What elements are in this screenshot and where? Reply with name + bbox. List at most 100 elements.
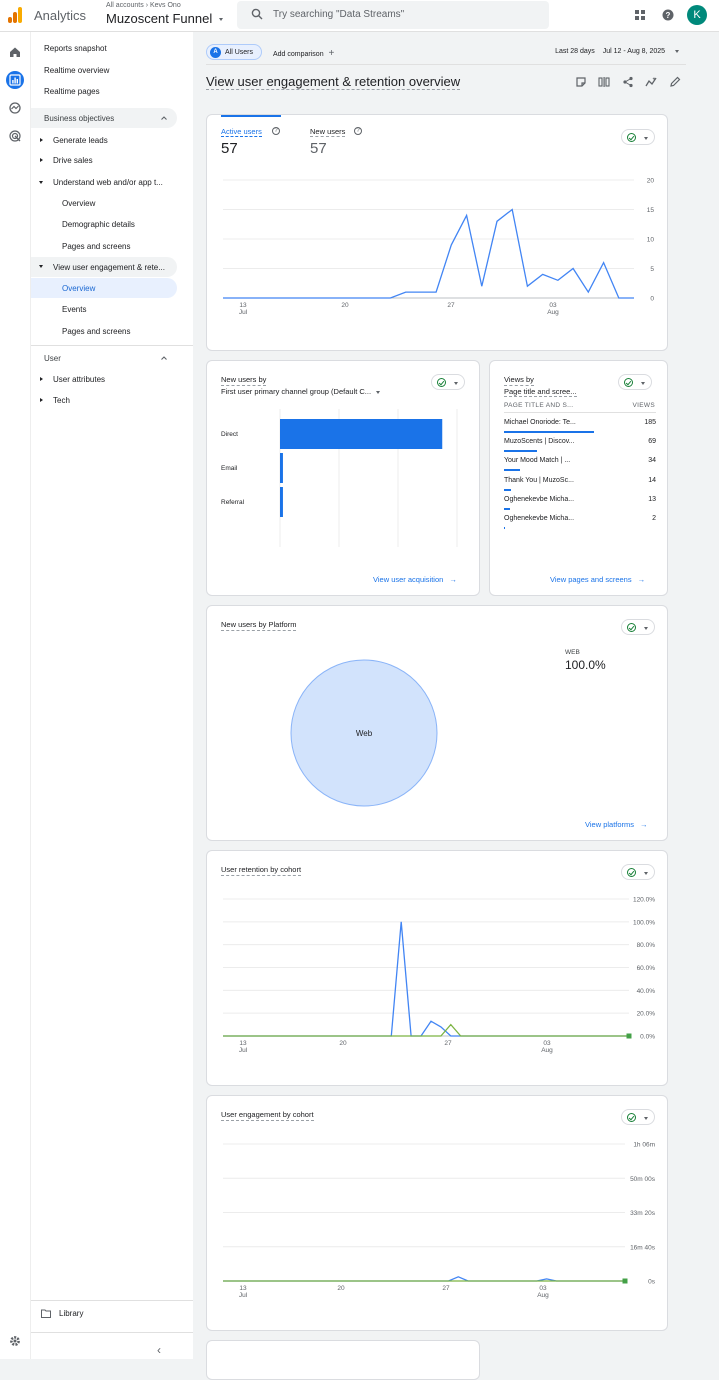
- table-row[interactable]: Oghenekevbe Micha... 2: [504, 515, 656, 534]
- card-title[interactable]: User retention by cohort: [221, 865, 302, 876]
- nav-user-attributes[interactable]: User attributes: [53, 375, 105, 384]
- table-row[interactable]: MuzoScents | Discov... 69: [504, 438, 656, 457]
- data-quality-badge[interactable]: [431, 374, 465, 390]
- bar: [280, 453, 283, 483]
- customize-report-icon[interactable]: [575, 76, 587, 88]
- x-tick-label: 20: [341, 302, 349, 309]
- search-input[interactable]: Try searching "Data Streams": [273, 9, 404, 20]
- property-selector[interactable]: Muzoscent Funnel: [106, 11, 223, 26]
- row-views-value: 34: [648, 457, 656, 465]
- nav-understand-overview[interactable]: Overview: [62, 199, 95, 208]
- column-header-views[interactable]: VIEWS: [633, 402, 655, 409]
- nav-generate-leads[interactable]: Generate leads: [53, 136, 108, 145]
- page-title: View user engagement & retention overvie…: [206, 74, 461, 90]
- series-line: [223, 208, 634, 299]
- home-button[interactable]: [6, 43, 24, 61]
- reports-button[interactable]: [6, 71, 24, 89]
- table-row[interactable]: Oghenekevbe Micha... 13: [504, 496, 656, 515]
- caret-right-icon[interactable]: [40, 398, 43, 402]
- nav-understand-web-app[interactable]: Understand web and/or app t...: [53, 178, 163, 187]
- collapse-nav-button[interactable]: ‹: [157, 1343, 161, 1357]
- view-pages-and-screens-link[interactable]: View pages and screens: [550, 575, 645, 584]
- data-quality-badge[interactable]: [621, 864, 655, 880]
- dimension-selector[interactable]: Page title and scree...: [504, 387, 577, 397]
- y-tick-label: 16m 40s: [630, 1244, 656, 1251]
- nav-library[interactable]: Library: [59, 1309, 83, 1318]
- caret-right-icon[interactable]: [40, 158, 43, 162]
- help-icon[interactable]: ?: [662, 9, 674, 21]
- caret-down-icon[interactable]: [39, 265, 43, 268]
- platform-legend-value: 100.0%: [565, 658, 606, 672]
- chevron-up-icon[interactable]: [160, 354, 168, 362]
- help-circle-icon[interactable]: ?: [354, 127, 362, 135]
- y-tick-label: 100.0%: [633, 919, 655, 926]
- nav-realtime-pages[interactable]: Realtime pages: [44, 87, 100, 96]
- analytics-logo[interactable]: [8, 7, 24, 23]
- search-box[interactable]: Try searching "Data Streams": [237, 1, 549, 29]
- explore-button[interactable]: [6, 99, 24, 117]
- breadcrumb[interactable]: All accounts › Kevs Ono: [106, 2, 181, 9]
- nav-engagement-pages-screens[interactable]: Pages and screens: [62, 327, 131, 336]
- advertising-button[interactable]: [6, 127, 24, 145]
- check-circle-icon: [627, 623, 636, 632]
- dimension-selector[interactable]: First user primary channel group (Defaul…: [221, 387, 381, 396]
- apps-grid-icon[interactable]: [634, 9, 646, 21]
- user-section-header[interactable]: User: [44, 354, 61, 363]
- nav-user-engagement-retention[interactable]: View user engagement & rete...: [53, 263, 165, 272]
- chevron-down-icon: [644, 137, 648, 140]
- card-title[interactable]: New users by: [221, 375, 267, 386]
- caret-right-icon[interactable]: [40, 377, 43, 381]
- table-row[interactable]: Your Mood Match | ... 34: [504, 457, 656, 476]
- nav-engagement-overview[interactable]: Overview: [62, 284, 95, 293]
- date-range-picker[interactable]: Last 28 days Jul 12 - Aug 8, 2025: [555, 48, 679, 55]
- nav-tech[interactable]: Tech: [53, 396, 70, 405]
- nav-reports-snapshot[interactable]: Reports snapshot: [44, 44, 107, 53]
- card-title[interactable]: User engagement by cohort: [221, 1110, 314, 1121]
- column-header-page-title[interactable]: PAGE TITLE AND S...: [504, 402, 573, 409]
- breadcrumb-account[interactable]: Kevs Ono: [150, 2, 181, 9]
- chevron-down-icon: [644, 627, 648, 630]
- nav-understand-pages-screens[interactable]: Pages and screens: [62, 242, 131, 251]
- avatar[interactable]: K: [687, 5, 707, 25]
- edit-pencil-icon[interactable]: [669, 76, 681, 88]
- view-user-acquisition-link[interactable]: View user acquisition: [373, 575, 457, 584]
- y-tick-label: 60.0%: [637, 965, 656, 972]
- compare-icon[interactable]: [598, 76, 610, 88]
- date-range-value: Jul 12 - Aug 8, 2025: [602, 48, 666, 55]
- card-title[interactable]: New users by Platform: [221, 620, 297, 631]
- property-name[interactable]: Muzoscent Funnel: [106, 11, 212, 26]
- business-objectives-header[interactable]: Business objectives: [31, 108, 177, 128]
- table-row[interactable]: Michael Onoriode: Te... 185: [504, 419, 656, 438]
- nav-drive-sales[interactable]: Drive sales: [53, 156, 93, 165]
- data-quality-badge[interactable]: [621, 1109, 655, 1125]
- new-users-bar-chart: 0204060DirectEmailReferral: [221, 409, 458, 547]
- top-bar: Analytics All accounts › Kevs Ono Muzosc…: [0, 0, 719, 32]
- dimension-label: First user primary channel group (Defaul…: [221, 387, 372, 396]
- check-circle-icon: [627, 1113, 636, 1122]
- nav-divider: [31, 1300, 193, 1301]
- check-circle-icon: [627, 868, 636, 877]
- search-icon: [251, 8, 263, 20]
- new-users-tab-label[interactable]: New users: [310, 127, 346, 137]
- table-row[interactable]: Thank You | MuzoSc... 14: [504, 477, 656, 496]
- y-tick-label: 0.0%: [640, 1034, 655, 1041]
- help-circle-icon[interactable]: ?: [272, 127, 280, 135]
- data-quality-badge[interactable]: [621, 129, 655, 145]
- caret-down-icon[interactable]: [39, 181, 43, 184]
- add-comparison-button[interactable]: Add comparison +: [273, 48, 334, 59]
- nav-realtime-overview[interactable]: Realtime overview: [44, 66, 109, 75]
- card-title[interactable]: Views by: [504, 375, 534, 386]
- insights-icon[interactable]: [645, 76, 657, 88]
- breadcrumb-all-accounts[interactable]: All accounts: [106, 2, 144, 9]
- segment-chip-all-users[interactable]: A All Users: [206, 44, 262, 60]
- nav-demographic-details[interactable]: Demographic details: [62, 220, 135, 229]
- active-users-tab-label[interactable]: Active users: [221, 127, 262, 137]
- nav-events[interactable]: Events: [62, 305, 86, 314]
- data-quality-badge[interactable]: [618, 374, 652, 390]
- share-icon[interactable]: [622, 76, 634, 88]
- data-quality-badge[interactable]: [621, 619, 655, 635]
- view-platforms-link[interactable]: View platforms: [585, 820, 648, 829]
- next-card-partial: [206, 1340, 480, 1380]
- caret-right-icon[interactable]: [40, 138, 43, 142]
- admin-button[interactable]: [6, 1332, 24, 1350]
